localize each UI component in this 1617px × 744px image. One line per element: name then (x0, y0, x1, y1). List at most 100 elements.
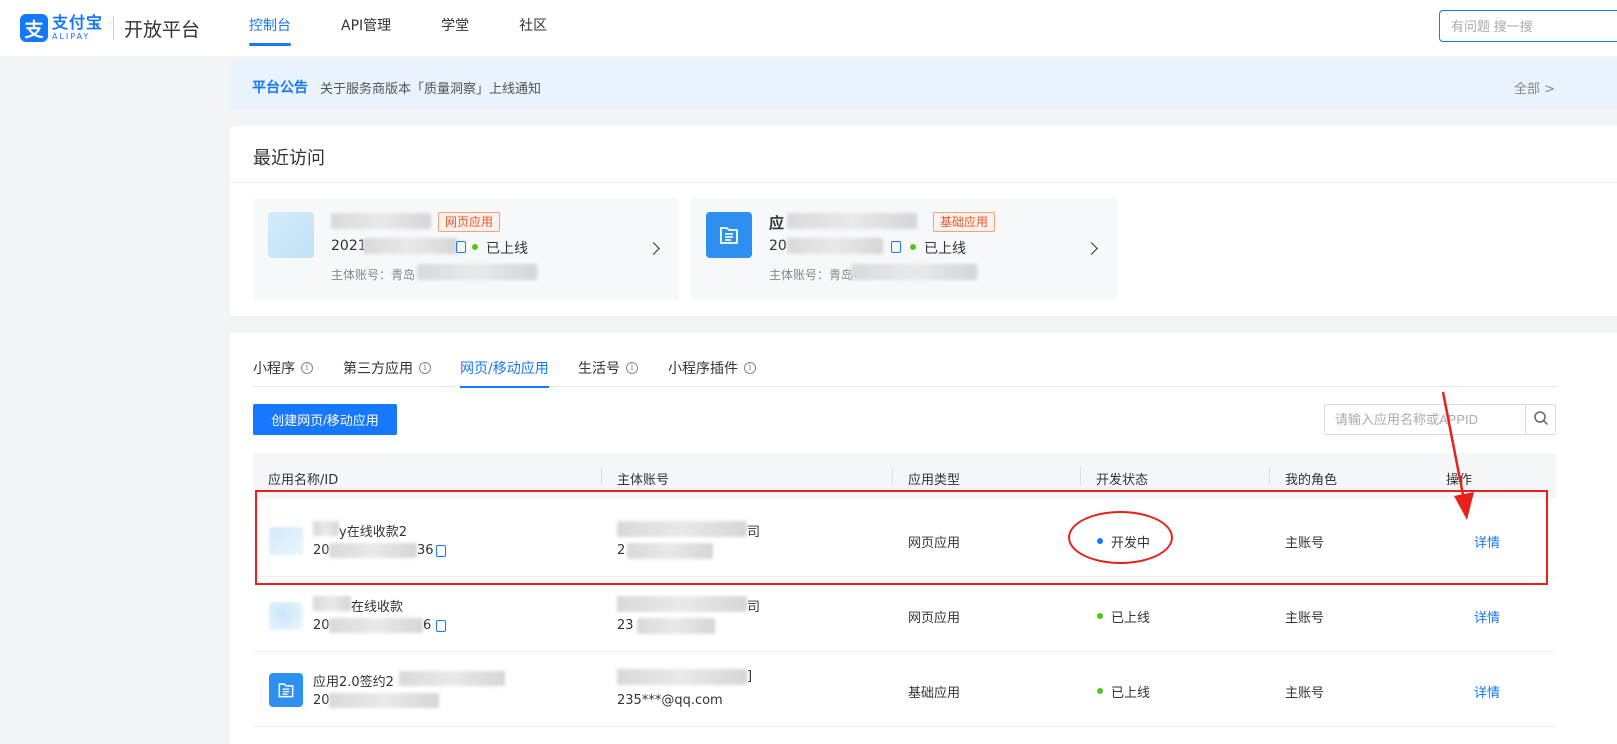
red-arrow-annotation (1441, 391, 1474, 520)
app-id-prefix: 20 (313, 618, 330, 633)
platform-notice-bar: 平台公告 关于服务商版本「质量洞察」上线通知 全部 > (230, 62, 1617, 110)
column-divider (892, 467, 893, 485)
redacted-owner (617, 596, 747, 612)
status-dot (1097, 688, 1103, 694)
column-divider (1080, 467, 1081, 485)
logo-wordmark: 支付宝 ALIPAY (52, 15, 103, 41)
logo-name-en: ALIPAY (52, 32, 91, 41)
redacted-name (313, 596, 351, 611)
tab-label: 网页/移动应用 (460, 361, 549, 377)
highlight-circle-annotation (1068, 511, 1173, 564)
tab-mini-program[interactable]: 小程序 i (253, 358, 313, 378)
redacted-id (363, 238, 457, 254)
document-app-icon (269, 673, 303, 707)
app-id-prefix: 20 (313, 693, 330, 708)
nav-api-management[interactable]: API管理 (341, 0, 391, 56)
column-divider (601, 467, 602, 485)
app-id-suffix: 6 (423, 618, 432, 633)
app-id: 2021 (331, 238, 367, 254)
app-status: 已上线 (924, 241, 966, 257)
chevron-right-icon[interactable] (1085, 242, 1098, 255)
app-type: 基础应用 (908, 686, 961, 701)
copy-icon[interactable] (436, 620, 446, 632)
app-name: 应用2.0签约2 (313, 675, 394, 690)
platform-name: 开放平台 (124, 18, 201, 41)
document-app-icon (706, 212, 752, 258)
nav-academy[interactable]: 学堂 (441, 0, 469, 56)
tab-mini-program-plugin[interactable]: 小程序插件 i (668, 358, 756, 378)
logo-divider (113, 16, 115, 40)
chevron-right-icon[interactable] (647, 242, 660, 255)
dev-status: 已上线 (1111, 686, 1151, 701)
owner-account: 主体账号：青岛 (331, 268, 416, 282)
tab-web-mobile-app[interactable]: 网页/移动应用 (460, 358, 549, 388)
redacted-name (399, 671, 505, 686)
copy-icon[interactable] (891, 241, 901, 253)
info-icon[interactable]: i (419, 362, 431, 374)
owner-account: 主体账号：青岛 (769, 268, 854, 282)
recent-visits-title: 最近访问 (253, 148, 325, 169)
notice-text[interactable]: 关于服务商版本「质量洞察」上线通知 (320, 78, 541, 97)
nav-console[interactable]: 控制台 (249, 0, 291, 56)
app-name: 在线收款 (351, 600, 404, 615)
search-button[interactable] (1525, 404, 1556, 435)
recent-app-card[interactable]: 网页应用 2021 已上线 主体账号：青岛 (253, 198, 679, 300)
redacted-id (329, 693, 439, 708)
app-icon (269, 602, 303, 630)
recent-app-card[interactable]: 应 基础应用 20 已上线 主体账号：青岛 (691, 198, 1117, 300)
top-header: 支 支付宝 ALIPAY 开放平台 控制台 API管理 学堂 社区 (0, 0, 1617, 56)
highlight-box-annotation (255, 490, 1548, 585)
alipay-logo-icon: 支 (20, 14, 48, 42)
info-icon[interactable]: i (626, 362, 638, 374)
details-link[interactable]: 详情 (1474, 607, 1500, 626)
app-id: 20 (769, 238, 787, 254)
app-search-input[interactable] (1324, 404, 1526, 435)
create-web-mobile-app-button[interactable]: 创建网页/移动应用 (253, 404, 397, 435)
owner-account: 235***@qq.com (617, 693, 723, 708)
owner-account: 23 (617, 618, 634, 633)
redacted-owner (617, 669, 747, 685)
redacted-id (787, 238, 883, 254)
my-role: 主账号 (1285, 611, 1325, 626)
tab-third-party-app[interactable]: 第三方应用 i (343, 358, 431, 378)
document-icon (720, 227, 738, 244)
column-my-role: 我的角色 (1285, 473, 1338, 488)
app-category-tabs: 小程序 i 第三方应用 i 网页/移动应用 生活号 i 小程序插件 i (253, 333, 1558, 388)
app-status: 已上线 (486, 241, 528, 257)
tab-label: 生活号 (578, 361, 620, 377)
redacted-id (329, 618, 423, 633)
app-icon (268, 212, 314, 258)
main-nav: 控制台 API管理 学堂 社区 (249, 0, 597, 56)
redacted-name (787, 213, 917, 229)
app-name: 应 (769, 214, 785, 232)
table-row: 在线收款 20 6 司 23 网页应用 已上线 主账号 详情 (253, 578, 1556, 652)
alipay-logo[interactable]: 支 支付宝 ALIPAY 开放平台 (20, 12, 200, 44)
app-type: 网页应用 (908, 611, 961, 626)
column-dev-status: 开发状态 (1096, 473, 1149, 488)
column-owner: 主体账号 (617, 473, 670, 488)
table-row: 应用2.0签约2 20 ] 235***@qq.com 基础应用 已上线 主账号… (253, 653, 1556, 727)
tab-label: 第三方应用 (343, 361, 413, 377)
info-icon[interactable]: i (301, 362, 313, 374)
nav-community[interactable]: 社区 (519, 0, 547, 56)
tab-label: 小程序插件 (668, 361, 738, 377)
tab-life-account[interactable]: 生活号 i (578, 358, 638, 378)
app-type-tag: 网页应用 (438, 212, 501, 232)
global-search-input[interactable] (1439, 10, 1617, 42)
status-dot (1097, 613, 1103, 619)
redacted-owner (417, 264, 537, 280)
details-link[interactable]: 详情 (1474, 682, 1500, 701)
divider (230, 182, 1617, 183)
owner-name-tail: 司 (747, 600, 761, 615)
column-app-type: 应用类型 (908, 473, 961, 488)
status-dot (472, 244, 478, 250)
notice-view-all-link[interactable]: 全部 > (1514, 78, 1555, 97)
column-divider (1269, 467, 1270, 485)
copy-icon[interactable] (456, 241, 466, 253)
owner-name-tail: ] (747, 669, 753, 684)
redacted-owner (637, 618, 715, 634)
app-type-tag: 基础应用 (933, 212, 996, 232)
info-icon[interactable]: i (744, 362, 756, 374)
redacted-owner (851, 264, 977, 280)
logo-name-cn: 支付宝 (52, 13, 104, 32)
